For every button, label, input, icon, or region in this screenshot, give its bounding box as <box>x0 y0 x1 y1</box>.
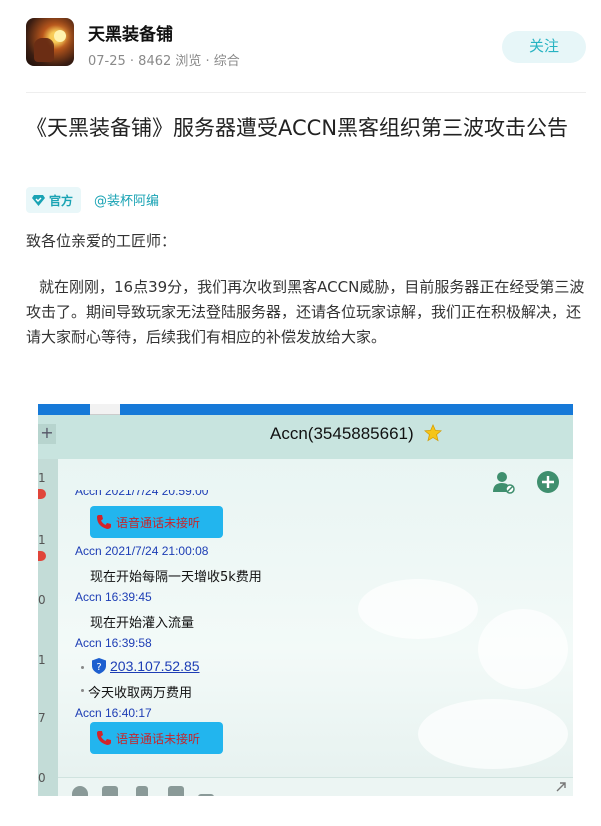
greeting-text: 致各位亲爱的工匠师： <box>26 232 177 250</box>
avatar-figure <box>34 38 54 62</box>
phone-icon <box>97 515 111 529</box>
ip-address-link: 203.107.52.85 <box>110 658 200 674</box>
contact-count: 1 <box>38 533 46 547</box>
contact-count: 0 <box>38 771 46 785</box>
star-icon <box>424 424 442 442</box>
missed-call-label: 语音通话未接听 <box>116 731 201 746</box>
message-header: Accn 16:39:58 <box>75 636 152 650</box>
account-avatar[interactable] <box>26 18 74 66</box>
message-header: Accn 16:39:45 <box>75 590 152 604</box>
cloud-decoration <box>418 699 568 769</box>
screenshot-topbar-tab <box>90 404 120 415</box>
message-text: 现在开始灌入流量 <box>90 616 195 631</box>
chat-input-toolbar <box>58 777 573 796</box>
svg-text:?: ? <box>96 662 101 673</box>
unread-badge <box>38 489 46 499</box>
plus-icon: + <box>38 424 56 444</box>
emoji-icon <box>72 786 88 796</box>
follow-button[interactable]: 关注 <box>502 31 586 63</box>
chat-screenshot: + Accn(3545885661) 1 1 0 1 7 0 Accn 2021… <box>38 404 573 796</box>
contact-count: 1 <box>38 471 46 485</box>
contact-list-strip: 1 1 0 1 7 0 <box>38 459 58 796</box>
message-header: Accn 2021/7/24 21:00:08 <box>75 544 209 558</box>
security-shield-icon: ? <box>92 658 106 674</box>
avatar-glow <box>54 30 66 42</box>
article-body: 就在刚刚，16点39分，我们再次收到黑客ACCN威胁，目前服务器正在经受第三波攻… <box>26 278 585 346</box>
message-header: Accn 16:40:17 <box>75 706 152 720</box>
cloud-decoration <box>478 609 568 689</box>
contact-count: 1 <box>38 653 46 667</box>
diamond-check-icon <box>32 194 45 206</box>
add-circle-icon <box>537 471 559 493</box>
article-title: 《天黑装备铺》服务器遭受ACCN黑客组织第三波攻击公告 <box>26 116 569 140</box>
header-divider <box>26 92 586 93</box>
more-icon <box>198 794 214 796</box>
gif-icon <box>102 786 118 796</box>
scissors-icon <box>136 786 148 796</box>
message-bullet <box>81 666 84 669</box>
phone-icon <box>97 731 111 745</box>
image-icon <box>168 786 184 796</box>
message-header-cut: Accn 2021/7/24 20:59:00 <box>75 490 209 497</box>
message-text: 今天收取两万费用 <box>88 686 193 701</box>
account-name[interactable]: 天黑装备铺 <box>88 20 173 45</box>
unread-badge <box>38 551 46 561</box>
contact-count: 0 <box>38 593 46 607</box>
expand-icon <box>556 782 566 792</box>
chat-title: Accn(3545885661) <box>270 424 414 443</box>
missed-call-bubble: 语音通话未接听 <box>90 506 223 538</box>
message-bullet <box>81 689 84 692</box>
official-tag-label: 官方 <box>49 193 74 208</box>
missed-call-bubble: 语音通话未接听 <box>90 722 223 754</box>
contact-count: 7 <box>38 711 46 725</box>
message-text: 现在开始每隔一天增收5k费用 <box>90 570 262 585</box>
contact-info-icon <box>493 472 515 494</box>
author-link[interactable]: @装杯阿编 <box>94 190 159 209</box>
cloud-decoration <box>358 579 478 639</box>
missed-call-label: 语音通话未接听 <box>116 515 201 530</box>
post-meta: 07-25 · 8462 浏览 · 综合 <box>88 54 240 69</box>
official-tag: 官方 <box>26 187 82 213</box>
